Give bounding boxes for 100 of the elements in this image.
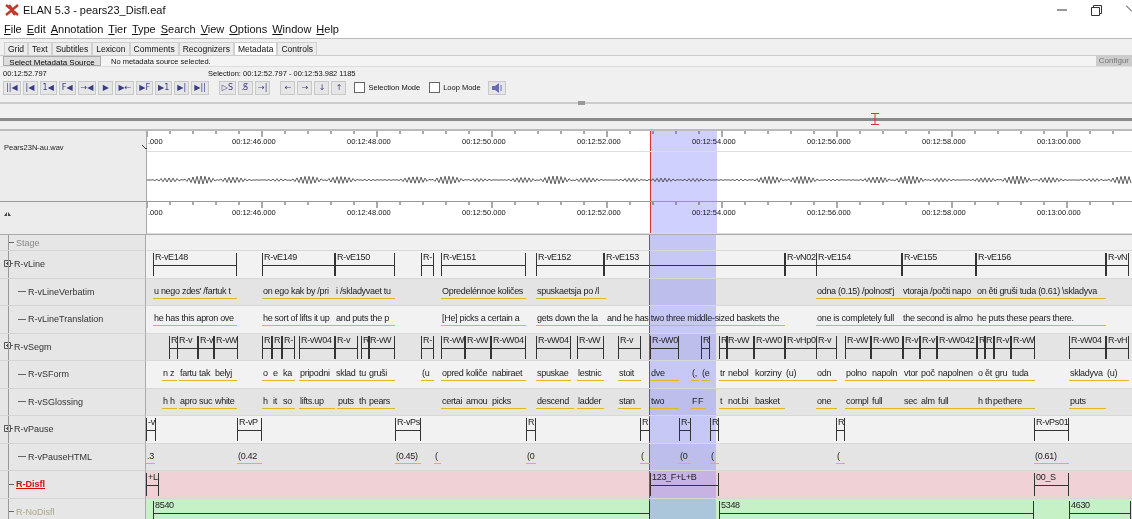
annotation[interactable]: e xyxy=(272,368,282,381)
tree-toggle-icon[interactable] xyxy=(4,342,13,352)
annotation[interactable]: (, xyxy=(691,368,699,381)
annotation[interactable]: full xyxy=(871,395,903,409)
selection-control-button[interactable]: →| xyxy=(255,80,271,95)
annotation[interactable]: R xyxy=(272,335,282,359)
annotation[interactable]: o xyxy=(262,368,272,381)
annotation[interactable]: R xyxy=(640,418,650,441)
tab[interactable]: Recognizers xyxy=(178,42,234,55)
annotation[interactable]: certai xyxy=(441,395,465,409)
annotation[interactable]: R-v xyxy=(177,335,198,359)
annotation[interactable]: pripodni xyxy=(299,368,335,381)
select-metadata-button[interactable]: Select Metadata Source xyxy=(3,56,101,66)
annotation[interactable]: R-vW0 xyxy=(754,335,785,359)
media-control-button[interactable]: ▶|| xyxy=(191,80,209,95)
menu-item[interactable]: Tier xyxy=(108,23,127,35)
annotation[interactable]: sec xyxy=(903,395,920,409)
selection-control-button[interactable]: S̸ xyxy=(238,80,254,95)
annotation[interactable]: Opredelénnoe količes xyxy=(441,285,526,299)
annotation[interactable]: R-vW04 xyxy=(1069,335,1106,359)
annotation[interactable]: R-vE153 xyxy=(604,253,785,276)
annotation[interactable]: R xyxy=(526,418,536,441)
annotation[interactable]: gru xyxy=(994,368,1011,381)
annotation[interactable]: i /skladyvaet tu xyxy=(335,285,395,299)
annotation[interactable]: napolnen xyxy=(937,368,977,381)
annotation[interactable]: 123_F+L+B xyxy=(650,473,719,496)
annotation[interactable]: R-v xyxy=(335,335,358,359)
annotation[interactable]: R-vE152 xyxy=(536,253,604,276)
annotation[interactable]: F xyxy=(697,395,705,409)
annotation[interactable]: n xyxy=(162,368,169,381)
media-control-button[interactable]: |◀ xyxy=(22,80,38,95)
selection-control-button[interactable]: ▷S xyxy=(218,80,237,95)
annotation[interactable]: the second is almo xyxy=(902,313,976,326)
annotation[interactable]: R-v xyxy=(816,335,837,359)
annotation[interactable]: količe xyxy=(465,368,491,381)
media-control-button[interactable]: ▶| xyxy=(174,80,190,95)
tab[interactable]: Text xyxy=(28,42,52,55)
media-control-button[interactable]: ▶ xyxy=(98,80,114,95)
annotation[interactable]: apro xyxy=(179,395,198,409)
media-control-button[interactable]: ||◀ xyxy=(3,80,21,95)
annotation[interactable]: white xyxy=(214,395,237,409)
tier-name[interactable]: R-vSGlossing xyxy=(28,396,83,407)
annotation[interactable]: lestnic xyxy=(577,368,604,381)
annotation[interactable]: opred xyxy=(441,368,465,381)
annotation[interactable]: basket xyxy=(754,395,785,409)
annotation[interactable]: puts xyxy=(337,395,358,409)
annotation[interactable]: (0.42 xyxy=(237,450,262,464)
annotation[interactable]: R- xyxy=(679,418,691,441)
annotation[interactable]: h xyxy=(977,395,984,409)
annotation[interactable]: descend xyxy=(536,395,574,409)
annotation[interactable]: (0.61) xyxy=(1034,450,1069,464)
annotation[interactable]: ( xyxy=(640,450,650,464)
annotation[interactable]: on ěti gruši tuda (0.61) \skladyva xyxy=(976,285,1106,299)
tab[interactable]: Comments xyxy=(129,42,179,55)
annotation[interactable]: poč xyxy=(920,368,937,381)
annotation[interactable]: (u) xyxy=(785,368,816,381)
annotation[interactable]: full xyxy=(937,395,977,409)
annotation[interactable]: t xyxy=(719,395,727,409)
annotation[interactable]: not.bi xyxy=(727,395,754,409)
tree-toggle-icon[interactable] xyxy=(4,424,13,434)
media-control-button[interactable]: 1◀ xyxy=(39,80,57,95)
annotation[interactable]: R xyxy=(836,418,846,441)
annotation[interactable]: dve xyxy=(650,368,679,381)
tier-name[interactable]: R-vLineVerbatim xyxy=(28,286,95,297)
annotation[interactable]: ka xyxy=(282,368,295,381)
media-control-button[interactable]: ▶1 xyxy=(155,80,173,95)
annotation[interactable]: odn xyxy=(816,368,837,381)
scroll-thumb[interactable] xyxy=(578,101,585,105)
annotation[interactable]: R-vW xyxy=(726,335,754,359)
annotation[interactable]: R-vN xyxy=(1106,253,1129,276)
menu-item[interactable]: Help xyxy=(316,23,339,35)
checkbox[interactable] xyxy=(429,82,441,93)
annotation[interactable]: th xyxy=(984,395,993,409)
annotation[interactable]: R-vE156 xyxy=(976,253,1106,276)
annotation[interactable]: lifts.up xyxy=(299,395,335,409)
annotation[interactable]: two xyxy=(650,395,679,409)
media-control-button[interactable]: →◀ xyxy=(77,80,97,95)
menu-item[interactable]: Options xyxy=(229,23,268,35)
annotation[interactable]: F xyxy=(691,395,699,409)
annotation[interactable]: R-vN02 xyxy=(785,253,817,276)
annotation[interactable]: R xyxy=(710,418,720,441)
tier-name[interactable]: R-vPause xyxy=(14,424,54,435)
menu-item[interactable]: Window xyxy=(272,23,312,35)
annotation[interactable]: napoln xyxy=(871,368,903,381)
tier-name[interactable]: R-vLine xyxy=(14,259,45,270)
annotation[interactable]: R xyxy=(262,335,272,359)
annotation[interactable]: vtoraja /počti napo xyxy=(902,285,976,299)
annotation[interactable]: R-vP xyxy=(237,418,262,441)
annotation[interactable]: amou xyxy=(465,395,491,409)
annotation[interactable]: [He] picks a certain a xyxy=(441,313,526,326)
annotation[interactable]: R-vE154 xyxy=(816,253,902,276)
annotation[interactable]: skladyva xyxy=(1069,368,1106,381)
annotation[interactable]: he sort of lifts it up xyxy=(262,313,335,326)
annotation[interactable]: stoit xyxy=(618,368,641,381)
annotation[interactable]: R-vW0 xyxy=(871,335,903,359)
annotation[interactable]: ( xyxy=(836,450,845,464)
tier-name[interactable]: R-vSForm xyxy=(28,369,69,380)
tab[interactable]: Grid xyxy=(4,42,29,55)
annotation[interactable]: he puts these pears there. xyxy=(976,313,1106,326)
annotation[interactable]: it xyxy=(272,395,282,409)
